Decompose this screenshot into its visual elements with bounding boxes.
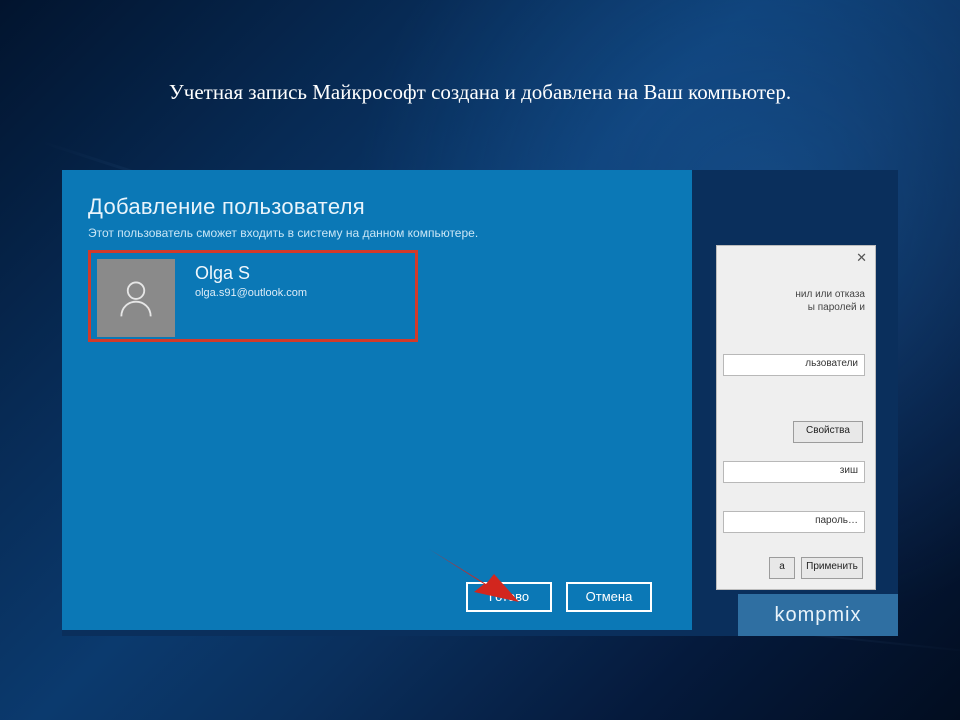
user-accounts-window: ✕ нил или отказа ы паролей и льзователи … <box>716 245 876 590</box>
behind-line1: нил или отказа <box>795 289 865 300</box>
person-icon <box>114 276 158 320</box>
close-icon[interactable]: ✕ <box>856 250 867 266</box>
modal-title: Добавление пользователя <box>88 194 365 220</box>
user-email: olga.s91@outlook.com <box>195 287 307 299</box>
user-card: Olga S olga.s91@outlook.com <box>88 250 418 342</box>
behind-a-button[interactable]: а <box>769 557 795 579</box>
screenshot-area: ✕ нил или отказа ы паролей и льзователи … <box>62 170 898 636</box>
behind-password-field[interactable]: пароль… <box>723 511 865 533</box>
watermark: kompmix <box>738 594 898 636</box>
avatar <box>97 259 175 337</box>
ready-button[interactable]: Готово <box>466 582 552 612</box>
properties-button[interactable]: Свойства <box>793 421 863 443</box>
behind-line2: ы паролей и <box>808 302 865 313</box>
add-user-modal: Добавление пользователя Этот пользовател… <box>62 170 692 630</box>
user-name: Olga S <box>195 263 250 284</box>
modal-subtitle: Этот пользователь сможет входить в систе… <box>88 226 478 240</box>
behind-hint-field[interactable]: зиш <box>723 461 865 483</box>
behind-users-field[interactable]: льзователи <box>723 354 865 376</box>
behind-desc: нил или отказа ы паролей и <box>723 288 865 314</box>
slide-caption: Учетная запись Майкрософт создана и доба… <box>0 80 960 105</box>
apply-button[interactable]: Применить <box>801 557 863 579</box>
cancel-button[interactable]: Отмена <box>566 582 652 612</box>
